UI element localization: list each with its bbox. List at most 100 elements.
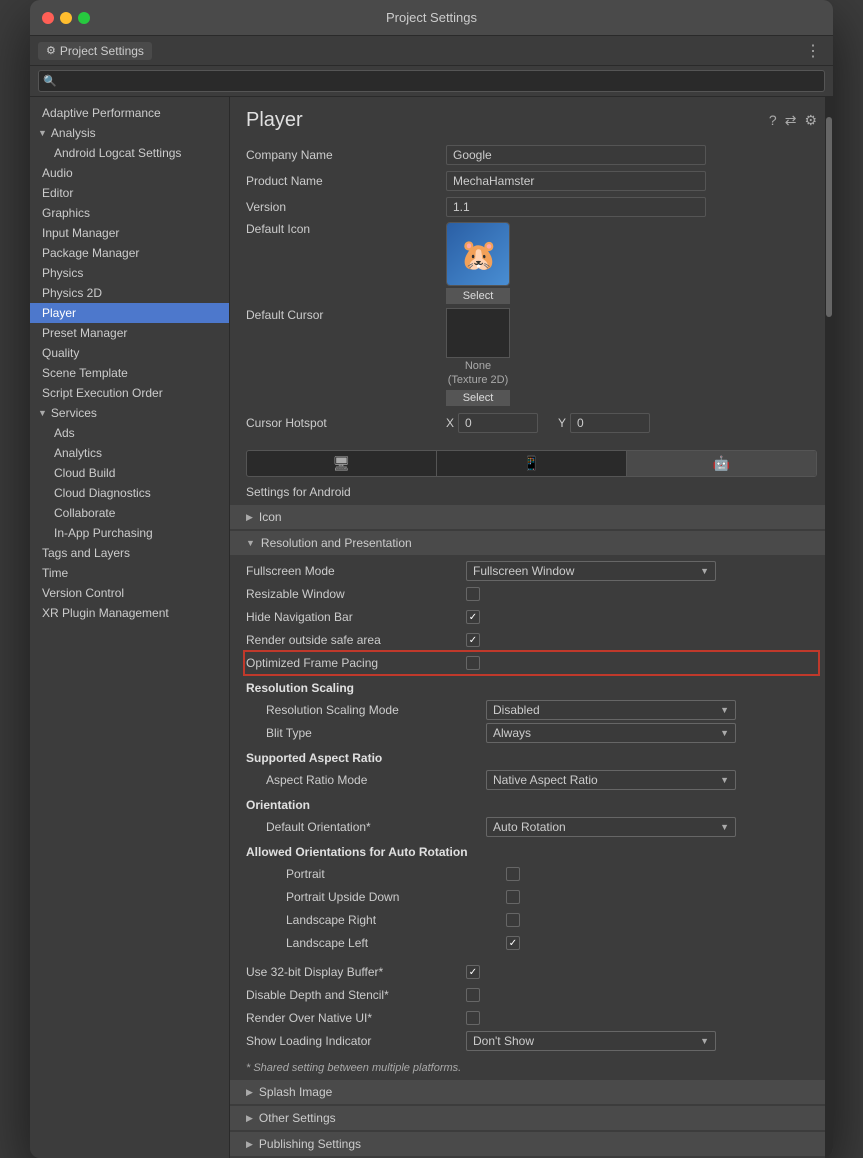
panel-header: Player ? ⇄ ⚙ (230, 97, 833, 140)
sidebar-item-xr-plugin[interactable]: XR Plugin Management (30, 603, 229, 623)
cursor-preview (446, 308, 510, 358)
platform-tab-android[interactable]: 🤖 (627, 451, 816, 476)
minimize-button[interactable] (60, 12, 72, 24)
sidebar-item-input-manager[interactable]: Input Manager (30, 223, 229, 243)
sidebar-item-quality[interactable]: Quality (30, 343, 229, 363)
orientation-header: Orientation (246, 794, 310, 814)
optimized-frame-pacing-row: Optimized Frame Pacing (246, 653, 817, 673)
disable-depth-checkbox[interactable] (466, 988, 480, 1002)
publishing-settings-section-header[interactable]: ▶ Publishing Settings (230, 1132, 833, 1156)
sidebar-item-scene-template[interactable]: Scene Template (30, 363, 229, 383)
resolution-scaling-header-row: Resolution Scaling (246, 677, 817, 697)
portrait-checkbox[interactable] (506, 867, 520, 881)
landscape-right-checkbox[interactable] (506, 913, 520, 927)
cursor-texture-label: (Texture 2D) (446, 374, 510, 386)
product-name-row: Product Name (246, 170, 817, 192)
resizable-window-checkbox[interactable] (466, 587, 480, 601)
sidebar-item-analytics[interactable]: Analytics (30, 443, 229, 463)
sidebar-item-version-control[interactable]: Version Control (30, 583, 229, 603)
cursor-hotspot-label: Cursor Hotspot (246, 416, 446, 430)
sidebar-item-cloud-build[interactable]: Cloud Build (30, 463, 229, 483)
help-icon[interactable]: ? (769, 112, 777, 129)
hotspot-x-field: X (446, 413, 538, 433)
render-native-checkbox[interactable] (466, 1011, 480, 1025)
other-settings-section-header[interactable]: ▶ Other Settings (230, 1106, 833, 1130)
sidebar-item-time[interactable]: Time (30, 563, 229, 583)
select-cursor-button[interactable]: Select (446, 390, 510, 406)
product-name-label: Product Name (246, 174, 446, 188)
platform-tab-mobile[interactable]: 📱 (437, 451, 627, 476)
splash-image-section-header[interactable]: ▶ Splash Image (230, 1080, 833, 1104)
dropdown-arrow-icon: ▼ (720, 728, 729, 738)
sidebar-item-package-manager[interactable]: Package Manager (30, 243, 229, 263)
resolution-section-label: Resolution and Presentation (261, 536, 412, 550)
landscape-left-row: Landscape Left (246, 933, 817, 953)
close-button[interactable] (42, 12, 54, 24)
loading-indicator-dropdown[interactable]: Don't Show ▼ (466, 1031, 716, 1051)
aspect-ratio-mode-dropdown[interactable]: Native Aspect Ratio ▼ (486, 770, 736, 790)
panel-title: Player (246, 109, 303, 132)
hide-nav-checkbox[interactable] (466, 610, 480, 624)
company-name-input[interactable] (446, 145, 706, 165)
fullscreen-mode-dropdown[interactable]: Fullscreen Window ▼ (466, 561, 716, 581)
optimized-frame-pacing-label: Optimized Frame Pacing (246, 656, 466, 670)
form-section: Company Name Product Name Version Defaul… (230, 140, 833, 446)
sidebar-item-adaptive-performance[interactable]: Adaptive Performance (30, 103, 229, 123)
default-orientation-label: Default Orientation* (266, 820, 486, 834)
render-outside-checkbox[interactable] (466, 633, 480, 647)
default-orientation-dropdown[interactable]: Auto Rotation ▼ (486, 817, 736, 837)
company-name-row: Company Name (246, 144, 817, 166)
layout-icon[interactable]: ⇄ (785, 112, 797, 129)
select-icon-button[interactable]: Select (446, 288, 510, 304)
more-options-button[interactable]: ⋮ (801, 39, 825, 63)
supported-aspect-ratio-header: Supported Aspect Ratio (246, 747, 382, 767)
search-input[interactable] (38, 70, 825, 92)
hotspot-y-input[interactable] (570, 413, 650, 433)
portrait-row: Portrait (246, 864, 817, 884)
use-32bit-checkbox[interactable] (466, 965, 480, 979)
scrollbar-thumb[interactable] (826, 117, 832, 317)
sidebar-item-graphics[interactable]: Graphics (30, 203, 229, 223)
use-32bit-row: Use 32-bit Display Buffer* (246, 962, 817, 982)
sidebar-item-physics[interactable]: Physics (30, 263, 229, 283)
optimized-frame-pacing-checkbox[interactable] (466, 656, 480, 670)
sidebar-item-tags-and-layers[interactable]: Tags and Layers (30, 543, 229, 563)
loading-indicator-row: Show Loading Indicator Don't Show ▼ (246, 1031, 817, 1051)
hotspot-x-input[interactable] (458, 413, 538, 433)
sidebar-item-ads[interactable]: Ads (30, 423, 229, 443)
sidebar-item-collaborate[interactable]: Collaborate (30, 503, 229, 523)
arrow-down-icon: ▼ (38, 128, 47, 138)
scrollbar[interactable] (825, 97, 833, 1158)
resolution-section-header[interactable]: ▼ Resolution and Presentation (230, 531, 833, 555)
sidebar-item-preset-manager[interactable]: Preset Manager (30, 323, 229, 343)
sidebar-item-physics-2d[interactable]: Physics 2D (30, 283, 229, 303)
product-name-input[interactable] (446, 171, 706, 191)
sidebar-item-cloud-diagnostics[interactable]: Cloud Diagnostics (30, 483, 229, 503)
landscape-left-checkbox[interactable] (506, 936, 520, 950)
icon-section-label: Icon (259, 510, 282, 524)
scaling-mode-dropdown[interactable]: Disabled ▼ (486, 700, 736, 720)
title-bar: Project Settings (30, 0, 833, 36)
maximize-button[interactable] (78, 12, 90, 24)
sidebar-item-in-app-purchasing[interactable]: In-App Purchasing (30, 523, 229, 543)
blit-type-dropdown[interactable]: Always ▼ (486, 723, 736, 743)
settings-icon[interactable]: ⚙ (804, 112, 817, 129)
version-input[interactable] (446, 197, 706, 217)
cursor-none-label: None (446, 360, 510, 372)
sidebar-item-editor[interactable]: Editor (30, 183, 229, 203)
sidebar-item-player[interactable]: Player (30, 303, 229, 323)
arrow-right-icon: ▶ (246, 1087, 253, 1098)
sidebar-item-analysis[interactable]: ▼ Analysis (30, 123, 229, 143)
platform-tab-monitor[interactable]: 🖥 (247, 451, 437, 476)
aspect-ratio-mode-row: Aspect Ratio Mode Native Aspect Ratio ▼ (246, 770, 817, 790)
portrait-upside-down-checkbox[interactable] (506, 890, 520, 904)
sidebar-item-script-execution-order[interactable]: Script Execution Order (30, 383, 229, 403)
publishing-settings-label: Publishing Settings (259, 1137, 361, 1151)
sidebar-item-services[interactable]: ▼ Services (30, 403, 229, 423)
sidebar-item-android-logcat[interactable]: Android Logcat Settings (30, 143, 229, 163)
sidebar-item-audio[interactable]: Audio (30, 163, 229, 183)
icon-section-header[interactable]: ▶ Icon (230, 505, 833, 529)
project-settings-tab[interactable]: ⚙ Project Settings (38, 42, 152, 60)
blit-type-row: Blit Type Always ▼ (246, 723, 817, 743)
arrow-down-icon: ▼ (246, 538, 255, 548)
